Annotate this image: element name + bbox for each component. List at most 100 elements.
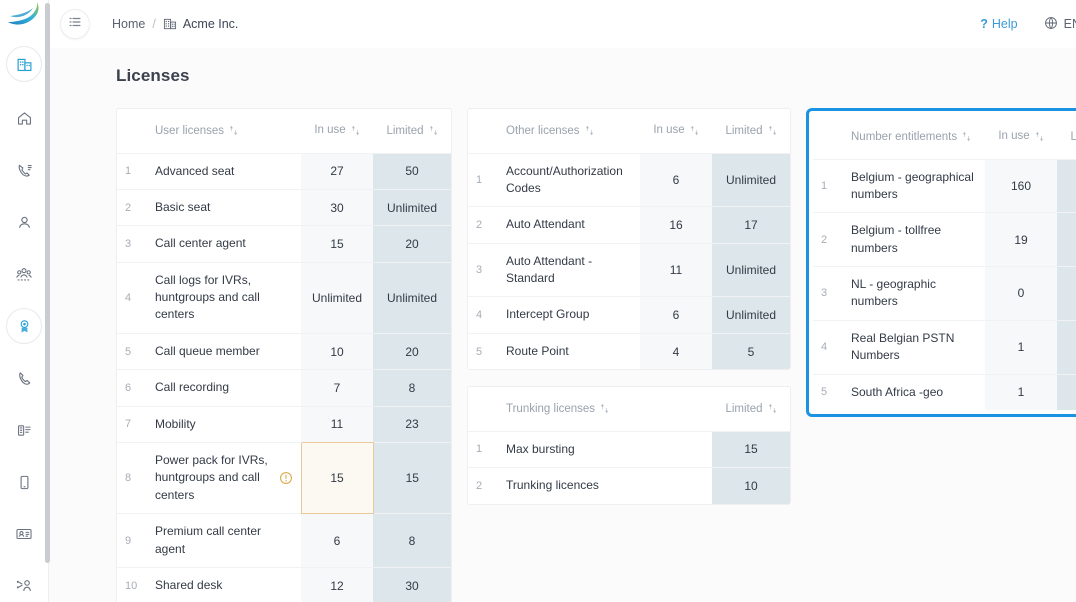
row-index: 2 bbox=[468, 467, 498, 504]
row-limited: Unlimited bbox=[373, 261, 451, 334]
sidebar-item-call-settings[interactable] bbox=[4, 150, 44, 190]
table-row[interactable]: 9 Premium call center agent 6 8 bbox=[117, 513, 451, 568]
user-icon bbox=[16, 214, 33, 231]
sidebar-item-directory[interactable] bbox=[4, 514, 44, 554]
table-row[interactable]: 1 Max bursting 15 bbox=[468, 430, 790, 468]
col-number-entitlements[interactable]: Number entitlements bbox=[843, 115, 985, 159]
language-selector[interactable]: EN bbox=[1044, 16, 1076, 33]
col-in-use[interactable]: In use bbox=[301, 109, 373, 153]
table-body-trunking-licenses: 1 Max bursting 15 2 Trunking licences 10 bbox=[468, 430, 790, 504]
table-row[interactable]: 1 Advanced seat 27 50 bbox=[117, 152, 451, 190]
sidebar-item-numbers[interactable] bbox=[4, 358, 44, 398]
col-limited[interactable]: Limited bbox=[373, 109, 451, 153]
row-name: Max bursting bbox=[498, 430, 712, 468]
sidebar-item-administrators[interactable] bbox=[4, 566, 44, 602]
row-index: 5 bbox=[813, 373, 843, 411]
row-index: 1 bbox=[468, 430, 498, 468]
table-row[interactable]: 2 Trunking licences 10 bbox=[468, 467, 790, 504]
row-limited: 20 bbox=[373, 332, 451, 370]
col-other-licenses[interactable]: Other licenses bbox=[498, 109, 640, 153]
language-label: EN bbox=[1063, 17, 1076, 31]
table-row[interactable]: 3 Auto Attendant - Standard 11 Unlimited bbox=[468, 242, 790, 297]
table-row[interactable]: 5 Call queue member 10 20 bbox=[117, 332, 451, 370]
col-in-use[interactable]: In use bbox=[985, 115, 1057, 159]
table-row[interactable]: 2 Auto Attendant 16 17 bbox=[468, 206, 790, 244]
row-in-use: 6 bbox=[301, 513, 373, 568]
row-index: 4 bbox=[813, 319, 843, 375]
warning-circle-icon[interactable] bbox=[279, 471, 293, 485]
table-row[interactable]: 3NL - geographic numbers 020 bbox=[813, 266, 1076, 321]
sidebar-scrollbar[interactable] bbox=[45, 3, 50, 563]
row-index: 3 bbox=[813, 266, 843, 321]
table-body-number-entitlements: 1Belgium - geographical numbers1601802Be… bbox=[813, 158, 1076, 411]
row-limited: 15 bbox=[373, 442, 451, 514]
col-user-licenses[interactable]: User licenses bbox=[147, 109, 301, 153]
table-row[interactable]: 5 Route Point 4 5 bbox=[468, 332, 790, 370]
sort-arrows-icon[interactable] bbox=[229, 125, 238, 136]
table-other-licenses: Other licenses In use Limited 1 Account/… bbox=[468, 109, 790, 370]
table-row[interactable]: 4 Call logs for IVRs, huntgroups and call… bbox=[117, 261, 451, 334]
col-limited-label: Limited bbox=[1070, 131, 1076, 143]
sidebar-item-home[interactable] bbox=[4, 98, 44, 138]
sidebar-item-devices[interactable] bbox=[4, 410, 44, 450]
col-trunking-licenses[interactable]: Trunking licenses bbox=[498, 387, 712, 432]
row-in-use: 19 bbox=[985, 212, 1057, 267]
table-row[interactable]: 1Belgium - geographical numbers 160180 bbox=[813, 158, 1076, 213]
row-name: Basic seat bbox=[147, 188, 301, 226]
table-row[interactable]: 10 Shared desk 12 30 bbox=[117, 566, 451, 602]
breadcrumb-organization[interactable]: Acme Inc. bbox=[163, 17, 238, 31]
sort-arrows-icon[interactable] bbox=[429, 125, 438, 136]
table-row[interactable]: 4 Intercept Group 6 Unlimited bbox=[468, 296, 790, 334]
question-mark-icon: ? bbox=[980, 17, 988, 31]
sidebar-item-mobile[interactable] bbox=[4, 462, 44, 502]
rail-items bbox=[4, 30, 44, 602]
sort-arrows-icon[interactable] bbox=[768, 403, 777, 414]
col-limited-label: Limited bbox=[725, 124, 763, 137]
row-name-label: Call queue member bbox=[155, 343, 260, 358]
col-limited[interactable]: Limited bbox=[712, 109, 790, 153]
table-row[interactable]: 4Real Belgian PSTN Numbers 112 bbox=[813, 319, 1076, 375]
col-limited[interactable]: Limited bbox=[1057, 115, 1076, 159]
card-number-entitlements[interactable]: Number entitlements In use 1 Belgium - g… bbox=[806, 108, 1076, 418]
sort-arrows-icon[interactable] bbox=[585, 125, 594, 136]
sort-arrows-icon[interactable] bbox=[600, 403, 609, 414]
row-in-use: 15 bbox=[301, 225, 373, 263]
col-in-use[interactable]: In use bbox=[640, 109, 712, 153]
col-index bbox=[468, 109, 498, 153]
row-index: 7 bbox=[117, 405, 147, 443]
header-row: Trunking licenses Limited bbox=[468, 387, 790, 432]
row-name-label: Real Belgian PSTN Numbers bbox=[851, 330, 955, 363]
table-row[interactable]: 6 Call recording 7 8 bbox=[117, 369, 451, 407]
row-name: Advanced seat bbox=[147, 152, 301, 190]
row-in-use: 11 bbox=[301, 405, 373, 443]
table-row[interactable]: 5 South Africa -geo 114 bbox=[813, 373, 1076, 411]
table-row[interactable]: 2Belgium - tollfree numbers 1930 bbox=[813, 212, 1076, 267]
contact-card-icon bbox=[15, 525, 33, 543]
help-button[interactable]: ? Help bbox=[980, 17, 1017, 31]
col-user-licenses-label: User licenses bbox=[155, 124, 225, 137]
table-row[interactable]: 7 Mobility 11 23 bbox=[117, 405, 451, 443]
col-number-entitlements-label: Number entitlements bbox=[851, 130, 958, 143]
sidebar-item-organization[interactable] bbox=[4, 44, 44, 84]
table-row[interactable]: 8 Power pack for IVRs, huntgroups and cal… bbox=[117, 442, 451, 515]
sidebar-item-licenses[interactable] bbox=[4, 306, 44, 346]
sidebar-item-users[interactable] bbox=[4, 202, 44, 242]
row-name: Route Point bbox=[498, 332, 640, 370]
breadcrumb-home[interactable]: Home bbox=[112, 17, 145, 31]
sort-arrows-icon[interactable] bbox=[690, 125, 699, 136]
app-logo[interactable] bbox=[0, 0, 48, 30]
col-index bbox=[813, 115, 843, 159]
sidebar-item-groups[interactable] bbox=[4, 254, 44, 294]
row-name-label: Trunking licences bbox=[506, 478, 599, 493]
table-row[interactable]: 3 Call center agent 15 20 bbox=[117, 225, 451, 263]
sort-arrows-icon[interactable] bbox=[768, 125, 777, 136]
table-row[interactable]: 1 Account/Authorization Codes 6 Unlimited bbox=[468, 152, 790, 207]
row-name: Trunking licences bbox=[498, 467, 712, 504]
menu-toggle-button[interactable] bbox=[60, 9, 90, 39]
phone-settings-icon bbox=[16, 162, 33, 179]
sort-arrows-icon[interactable] bbox=[351, 125, 360, 136]
table-row[interactable]: 2 Basic seat 30 Unlimited bbox=[117, 188, 451, 226]
col-limited[interactable]: Limited bbox=[712, 387, 790, 432]
sort-arrows-icon[interactable] bbox=[962, 131, 971, 142]
sort-arrows-icon[interactable] bbox=[1035, 131, 1044, 142]
